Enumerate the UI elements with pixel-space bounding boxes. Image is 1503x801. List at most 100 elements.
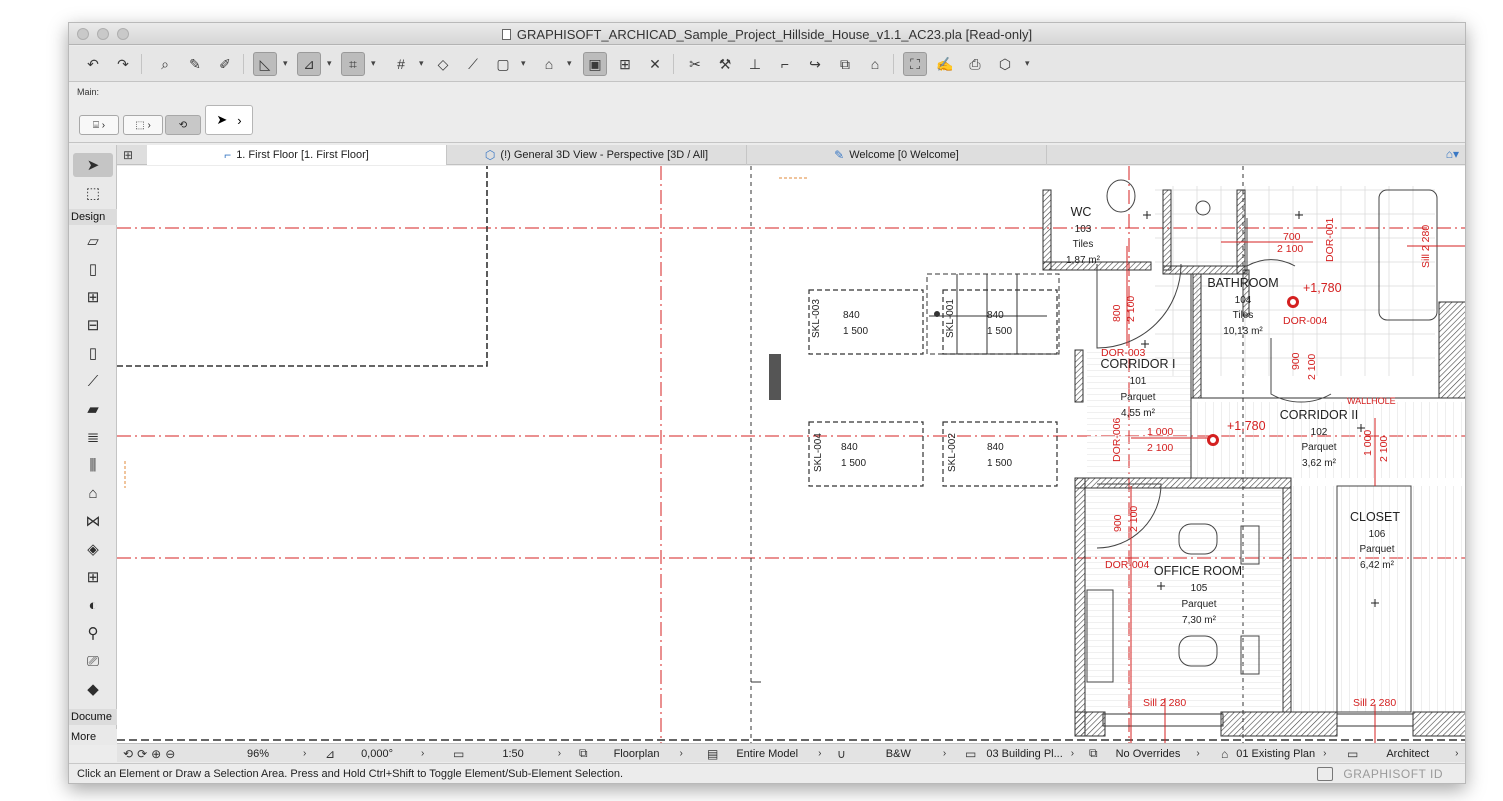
floor-plan-canvas[interactable]: SKL-003 840 1 500 SKL-001 840 1 500 SKL-…: [117, 166, 1465, 746]
curve-icon[interactable]: ↪: [803, 52, 827, 76]
chevron-down-icon[interactable]: ▾: [1025, 58, 1030, 69]
undo-icon[interactable]: ↶: [81, 52, 105, 76]
object-tool-icon[interactable]: ⚲: [81, 621, 105, 645]
model-display-control[interactable]: ▤ Entire Model ›: [707, 746, 821, 761]
navigator-icon[interactable]: ⌂▾: [1446, 147, 1459, 161]
toolbox-more-header[interactable]: More: [69, 729, 117, 745]
skylight-width: 840: [841, 442, 858, 453]
snap-guides-icon[interactable]: ⊿: [297, 52, 321, 76]
undo-zoom-icon[interactable]: ⟲: [123, 747, 133, 761]
coordinate-icon[interactable]: ⌗: [341, 52, 365, 76]
floor-plan-drawing: SKL-003 840 1 500 SKL-001 840 1 500 SKL-…: [117, 166, 1465, 746]
room-finish: Parquet: [1301, 442, 1336, 453]
door-tool-icon[interactable]: ▯: [81, 257, 105, 281]
dim-text: 2 100: [1128, 506, 1140, 532]
window-sill: [1102, 713, 1224, 727]
railing-tool-icon[interactable]: ⫼: [81, 453, 105, 477]
slab-tool-icon[interactable]: ▰: [81, 397, 105, 421]
lock-icon[interactable]: ⌂: [537, 52, 561, 76]
redo-zoom-icon[interactable]: ⟳: [137, 747, 147, 761]
zoom-out-icon[interactable]: ⊖: [165, 747, 175, 761]
adjust-icon[interactable]: ⚒: [713, 52, 737, 76]
chevron-down-icon[interactable]: ▾: [371, 58, 376, 69]
morph-tool-icon[interactable]: ◐: [81, 593, 105, 617]
renovation-filter-control[interactable]: ⌂ 01 Existing Plan ›: [1221, 746, 1326, 761]
beam-tool-icon[interactable]: ⟋: [81, 369, 105, 393]
roof-tool-icon[interactable]: ⌂: [81, 481, 105, 505]
suspend-groups-icon[interactable]: ▣: [583, 52, 607, 76]
guide-lines-icon[interactable]: ◺: [253, 52, 277, 76]
render-icon[interactable]: ⬡: [993, 52, 1017, 76]
zoom-level[interactable]: 96%: [247, 746, 269, 761]
arrow-tool-icon[interactable]: ➤: [73, 153, 113, 177]
door-id: DOR-004: [1283, 315, 1328, 327]
graphisoft-id-link[interactable]: GRAPHISOFT ID: [1343, 767, 1443, 781]
tab-welcome[interactable]: ✎ Welcome [0 Welcome]: [747, 145, 1047, 165]
work-environment-control[interactable]: ▭ Architect ›: [1347, 746, 1458, 761]
publish-icon[interactable]: ⎙: [963, 52, 987, 76]
view-map-control[interactable]: ▭ 03 Building Pl... ›: [965, 746, 1074, 761]
stair-tool-icon[interactable]: ≣: [81, 425, 105, 449]
archicad-window: GRAPHISOFT_ARCHICAD_Sample_Project_Hills…: [68, 22, 1466, 784]
rotate-view-button[interactable]: ⟲: [165, 115, 201, 135]
room-finish: Parquet: [1181, 599, 1216, 610]
tab-overview-icon[interactable]: ⊞: [123, 148, 143, 162]
grid-snap-icon[interactable]: #: [389, 52, 413, 76]
marquee-mode-button[interactable]: ⬚ ›: [123, 115, 163, 135]
door-id: DOR-006: [1111, 417, 1123, 462]
offset-icon[interactable]: ⊥: [743, 52, 767, 76]
pen-icon[interactable]: ⟋: [461, 52, 485, 76]
fillet-icon[interactable]: ⌐: [773, 52, 797, 76]
partial-structure-icon[interactable]: ▢: [491, 52, 515, 76]
prompt-text: Click an Element or Draw a Selection Are…: [77, 768, 624, 780]
roof-icon[interactable]: ⌂: [863, 52, 887, 76]
pen-set-control[interactable]: ∪ B&W ›: [837, 746, 946, 761]
toolbox-design-header[interactable]: Design: [69, 209, 117, 225]
layer-icon[interactable]: ◇: [431, 52, 455, 76]
zone-tool-icon[interactable]: ⎚: [81, 649, 105, 673]
marquee-tool-icon[interactable]: ⬚: [81, 181, 105, 205]
element-block: [769, 354, 781, 400]
dim-text: 2 100: [1277, 243, 1303, 255]
syringe-icon[interactable]: ✐: [213, 52, 237, 76]
shell-tool-icon[interactable]: ⋈: [81, 509, 105, 533]
graphic-override-control[interactable]: ⧉ No Overrides ›: [1089, 746, 1200, 761]
structure-display-control[interactable]: ⧉ Floorplan ›: [579, 746, 683, 761]
toolbox-document-header[interactable]: Docume: [69, 709, 117, 725]
dim-text: 1 000: [1362, 430, 1374, 456]
magic-wand-icon[interactable]: ✕: [643, 52, 667, 76]
select-frame-icon[interactable]: ⛶: [903, 52, 927, 76]
window-icon[interactable]: [1317, 767, 1333, 781]
window-tool-icon[interactable]: ⊞: [81, 285, 105, 309]
skylight-tool-icon[interactable]: ◈: [81, 537, 105, 561]
teamwork-icon[interactable]: ✍: [933, 52, 957, 76]
chevron-down-icon[interactable]: ▾: [327, 58, 332, 69]
window-title-text: GRAPHISOFT_ARCHICAD_Sample_Project_Hills…: [516, 27, 1033, 42]
column-tool-icon[interactable]: ▯: [81, 341, 105, 365]
chevron-down-icon[interactable]: ▾: [419, 58, 424, 69]
mesh-tool-icon[interactable]: ◆: [81, 677, 105, 701]
find-select-icon[interactable]: ⌕: [153, 52, 177, 76]
dim-text: 1 000: [1147, 426, 1173, 438]
title-bar: GRAPHISOFT_ARCHICAD_Sample_Project_Hills…: [69, 23, 1465, 45]
resize-icon[interactable]: ⧉: [833, 52, 857, 76]
curtain-wall-tool-icon[interactable]: ⊟: [81, 313, 105, 337]
scale-control[interactable]: ▭ 1:50 ›: [453, 746, 561, 761]
scissors-icon[interactable]: ✂: [683, 52, 707, 76]
redo-icon[interactable]: ↷: [111, 52, 135, 76]
orientation-control[interactable]: ⊿ 0,000° ›: [325, 746, 424, 761]
chevron-down-icon[interactable]: ▾: [567, 58, 572, 69]
tab-3d-view[interactable]: ⬡ (!) General 3D View - Perspective [3D …: [447, 145, 747, 165]
selection-method-button[interactable]: ⌸ ›: [79, 115, 119, 135]
chevron-down-icon[interactable]: ▾: [521, 58, 526, 69]
zoom-menu-chevron[interactable]: ›: [303, 746, 306, 761]
wall-tool-icon[interactable]: ▱: [81, 229, 105, 253]
arrow-tool-settings[interactable]: ➤ ›: [205, 105, 253, 135]
zoom-in-icon[interactable]: ⊕: [151, 747, 161, 761]
dimension-icon[interactable]: ⊞: [613, 52, 637, 76]
toolbar-divider: [243, 54, 244, 74]
curtain-tool-icon[interactable]: ⊞: [81, 565, 105, 589]
eyedropper-icon[interactable]: ✎: [183, 52, 207, 76]
chevron-down-icon[interactable]: ▾: [283, 58, 288, 69]
tab-first-floor[interactable]: ⌐ 1. First Floor [1. First Floor]: [147, 145, 447, 165]
